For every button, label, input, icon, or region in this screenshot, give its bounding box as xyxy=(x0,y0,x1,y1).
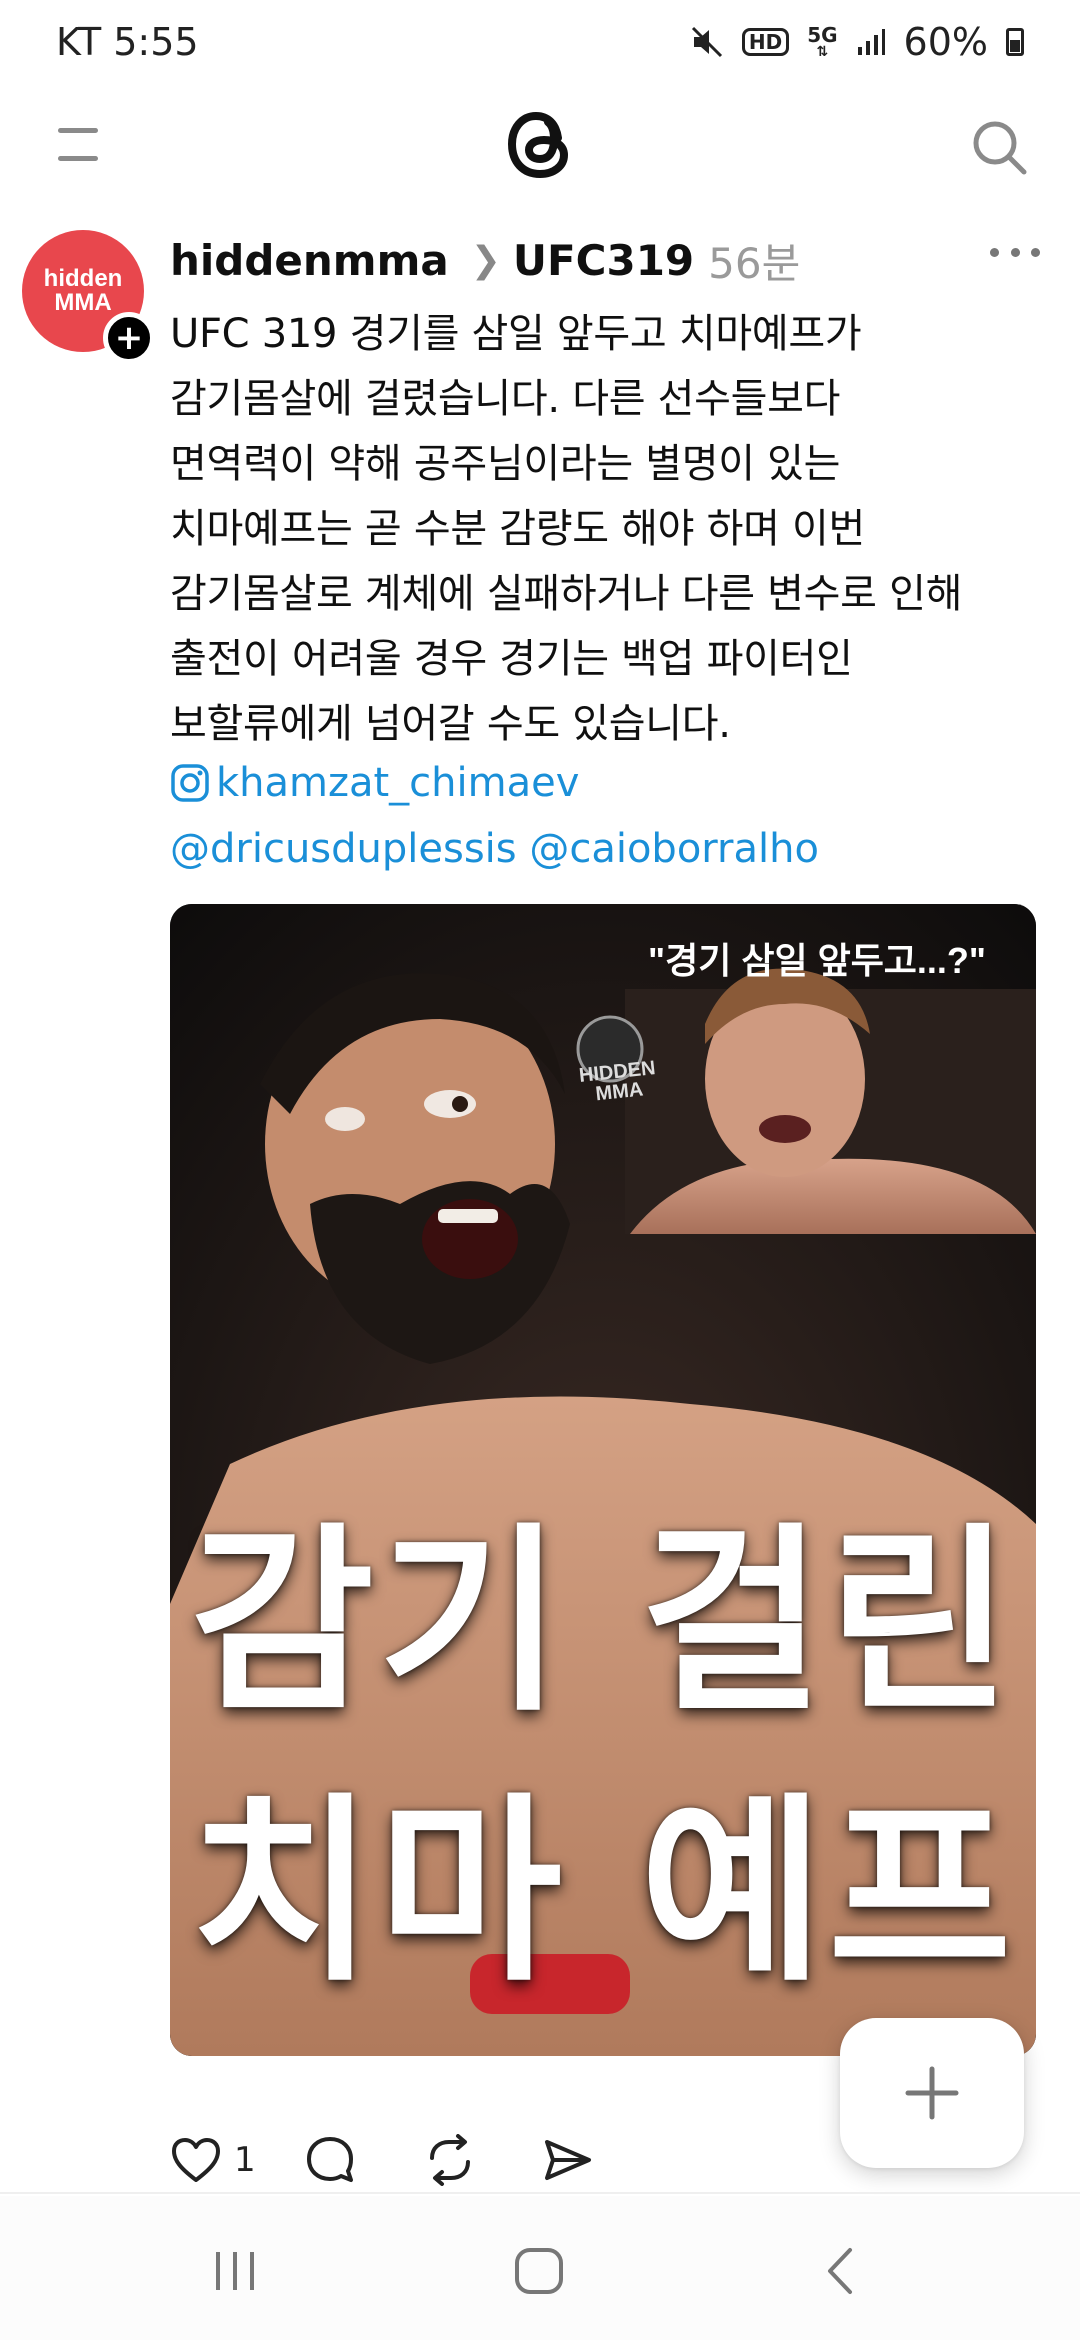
more-options-icon[interactable] xyxy=(990,242,1040,262)
compose-button[interactable] xyxy=(840,2018,1024,2168)
post-header: hiddenmma ❯ UFC319 56분 xyxy=(170,230,800,290)
signal-icon xyxy=(857,29,885,55)
comment-icon xyxy=(306,2137,353,2182)
mention-dricusduplessis[interactable]: @dricusduplessis xyxy=(170,826,517,872)
send-icon xyxy=(544,2140,591,2180)
repost-button[interactable] xyxy=(424,2134,476,2186)
instagram-handle: khamzat_chimaev xyxy=(216,760,580,806)
avatar-text-line1: hidden xyxy=(43,265,123,292)
avatar-text-line2: MMA xyxy=(54,289,112,316)
hd-icon: HD xyxy=(741,28,790,56)
chevron-right-icon: ❯ xyxy=(470,239,501,281)
like-count: 1 xyxy=(234,2140,256,2180)
back-icon[interactable] xyxy=(820,2246,860,2296)
home-icon[interactable] xyxy=(512,2246,568,2296)
heart-icon xyxy=(172,2138,220,2182)
username[interactable]: hiddenmma xyxy=(170,236,449,285)
reply-button[interactable] xyxy=(304,2134,356,2186)
instagram-link[interactable]: khamzat_chimaev xyxy=(170,750,1050,816)
5g-icon: 5G ⇅ xyxy=(807,23,838,60)
status-bar: KT 5:55 HD 5G ⇅ 60% xyxy=(0,0,1080,84)
post-text: UFC 319 경기를 삼일 앞두고 치마예프가 감기몸살에 걸렸습니다. 다른… xyxy=(170,311,963,747)
menu-icon[interactable] xyxy=(58,128,100,162)
repost-icon xyxy=(429,2134,470,2186)
image-caption: "경기 삼일 앞두고...?" xyxy=(648,940,986,981)
carrier-time: KT 5:55 xyxy=(56,20,199,64)
like-button[interactable]: 1 xyxy=(170,2136,256,2184)
network-label: 5G xyxy=(807,23,838,47)
post-actions: 1 xyxy=(170,2120,594,2200)
divider xyxy=(0,2192,1080,2194)
instagram-icon xyxy=(171,764,209,802)
threads-logo-icon[interactable] xyxy=(500,100,580,186)
post-image[interactable]: "경기 삼일 앞두고...?" HIDDEN MMA 감기 걸린 치마 예프 xyxy=(170,904,1036,2056)
post-time: 56분 xyxy=(708,238,801,288)
battery-icon xyxy=(1006,28,1024,56)
share-button[interactable] xyxy=(542,2134,594,2186)
topic-tag[interactable]: UFC319 xyxy=(513,236,694,285)
image-logo: HIDDEN MMA xyxy=(578,1057,658,1106)
recent-apps-icon[interactable] xyxy=(210,2246,260,2296)
mute-icon xyxy=(691,26,722,58)
post-links: khamzat_chimaev @dricusduplessis @caiobo… xyxy=(170,750,1050,882)
image-title-line2: 치마 예프 xyxy=(190,1776,1016,2009)
top-app-bar xyxy=(0,84,1080,204)
plus-icon xyxy=(905,2066,959,2120)
battery-percent: 60% xyxy=(903,20,988,64)
system-nav-bar xyxy=(0,2196,1080,2340)
mention-caioborralho[interactable]: @caioborralho xyxy=(529,826,819,872)
image-title-line1: 감기 걸린 xyxy=(190,1506,1016,1739)
status-icons: HD 5G ⇅ 60% xyxy=(690,20,1024,64)
search-icon[interactable] xyxy=(970,118,1028,176)
follow-plus-icon[interactable]: + xyxy=(103,312,155,364)
